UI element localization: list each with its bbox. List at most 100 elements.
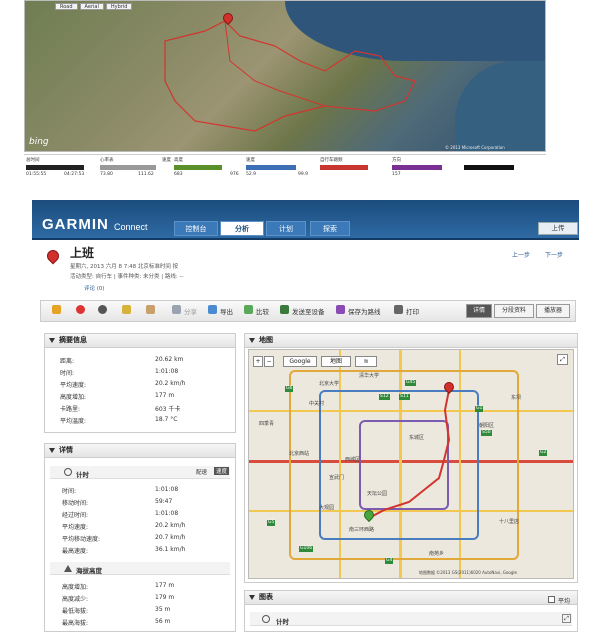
highway-shield: S11 [399, 394, 410, 400]
send-to-device-icon[interactable] [280, 305, 289, 314]
timing-value: 1:01:08 [155, 510, 179, 517]
map-provider-select[interactable]: Google [283, 356, 317, 367]
stat-label: 总时间 [26, 158, 40, 163]
map-label: 清华大学 [359, 373, 380, 379]
stat-label: 速度 [162, 158, 171, 163]
map-label: 朝阳区 [479, 423, 495, 429]
timing-value: 20.7 km/h [155, 534, 186, 541]
compare-icon[interactable] [244, 305, 253, 314]
print-button[interactable]: 打印 [406, 306, 419, 316]
share-button[interactable]: 分享 [184, 306, 197, 316]
map-label: 大观园 [319, 505, 335, 511]
tab-splits[interactable]: 分段资料 [494, 304, 534, 318]
elevation-value: 179 m [155, 594, 175, 601]
stat-value: 73.80 [100, 172, 113, 177]
zoom-in-button[interactable]: + [253, 356, 263, 367]
garmin-logo-connect: Connect [114, 222, 148, 232]
highway-shield: G5 [267, 520, 276, 526]
garmin-logo[interactable]: GARMIN [42, 216, 109, 233]
stat-label: 高度 [174, 158, 183, 163]
stat-bar [464, 165, 514, 170]
print-icon[interactable] [394, 305, 403, 314]
elevation-key: 最低海拔: [62, 608, 89, 615]
highway-shield: S12 [379, 394, 390, 400]
privacy-icon[interactable] [98, 305, 107, 314]
stat-value: 52.9 [246, 172, 257, 177]
map-label: 南苑乡 [429, 551, 445, 557]
share-icon[interactable] [172, 305, 181, 314]
chart-timing-row [250, 612, 572, 626]
stat-label: 自行车踏频 [320, 158, 343, 163]
clock-icon [64, 468, 72, 476]
timing-key: 平均移动速度: [62, 536, 101, 543]
stat-value: 04:27:53 [64, 172, 85, 177]
map-tab-road[interactable]: Road [55, 3, 78, 10]
summary-value: 20.2 km/h [155, 380, 186, 387]
satellite-map[interactable]: Road Aerial Hybrid bing © 2013 Microsoft… [24, 0, 546, 152]
stat-value: 01:55:55 [26, 172, 47, 177]
speed-toggle[interactable]: 速度 [214, 467, 230, 475]
street-map[interactable]: 北京西站 天坛公园 东城区 西城区 朝阳区 大观园 宣武门 南三环西路 北京大学… [248, 349, 574, 579]
map-tab-aerial[interactable]: Aerial [79, 3, 104, 10]
tab-details[interactable]: 详情 [466, 304, 492, 318]
save-route-button[interactable]: 保存为路线 [348, 306, 381, 316]
compare-button[interactable]: 比较 [256, 306, 269, 316]
map-label: 宣武门 [329, 475, 345, 481]
activity-title[interactable]: 上班 [70, 244, 94, 261]
comments-link[interactable]: 评论 (0) [84, 284, 105, 292]
timing-value: 20.2 km/h [155, 522, 186, 529]
map-label: 北京大学 [319, 381, 340, 387]
tab-player[interactable]: 播放器 [536, 304, 570, 318]
expand-icon[interactable]: ⤢ [562, 614, 571, 623]
chart-timing-title: 计时 [276, 618, 289, 626]
nav-plan[interactable]: 计划 [266, 221, 306, 236]
highway-shield: G4 [385, 558, 394, 564]
next-link[interactable]: 下一步 [545, 250, 563, 259]
summary-key: 时间: [60, 370, 75, 377]
prev-link[interactable]: 上一步 [512, 250, 530, 259]
mountain-icon [64, 565, 72, 572]
map-label: 十八里店 [499, 519, 520, 525]
stat-bar [392, 165, 442, 170]
timing-value: 59:47 [155, 498, 173, 505]
stat-bar [174, 165, 222, 170]
charts-panel-title[interactable]: 图表 [245, 591, 577, 605]
summary-key: 距离: [60, 358, 75, 365]
smooth-checkbox[interactable] [548, 596, 555, 603]
nav-dashboard[interactable]: 控制台 [174, 221, 218, 236]
summary-key: 平均速度: [60, 382, 87, 389]
stat-label: 速度 [246, 158, 255, 163]
details-panel-title[interactable]: 详情 [45, 444, 235, 458]
stat-bar [320, 165, 368, 170]
stat-max: 976 [230, 172, 239, 177]
nav-explore[interactable]: 探索 [310, 221, 350, 236]
summary-value: 18.7 °C [155, 416, 178, 423]
stat-bar [26, 165, 84, 170]
stat-value: 683 [174, 172, 183, 177]
map-tab-hybrid[interactable]: Hybrid [105, 3, 133, 10]
map-type-select[interactable]: 地图 [321, 356, 351, 367]
favorite-icon[interactable] [122, 305, 131, 314]
summary-panel-title[interactable]: 摘要信息 [45, 334, 235, 348]
fullscreen-icon[interactable]: ⤢ [557, 354, 568, 365]
edit-icon[interactable] [52, 305, 61, 314]
elevation-value: 177 m [155, 582, 175, 589]
highway-shield: G106 [299, 546, 314, 552]
timing-key: 平均速度: [62, 524, 89, 531]
nav-analysis[interactable]: 分析 [220, 221, 264, 236]
highway-shield: G45 [405, 380, 417, 386]
pace-toggle[interactable]: 配速 [196, 468, 207, 476]
upload-button[interactable]: 上传 [538, 222, 578, 235]
map-label: 西城区 [345, 457, 361, 463]
export-icon[interactable] [208, 305, 217, 314]
elevation-value: 56 m [155, 618, 171, 625]
summary-value: 177 m [155, 392, 175, 399]
layers-icon[interactable]: ≋ [355, 356, 377, 367]
delete-icon[interactable] [76, 305, 85, 314]
zoom-out-button[interactable]: − [264, 356, 274, 367]
map-panel-title[interactable]: 地图 [245, 334, 577, 348]
export-button[interactable]: 导出 [220, 306, 233, 316]
send-to-device-button[interactable]: 发送至设备 [292, 306, 325, 316]
save-route-icon[interactable] [336, 305, 345, 314]
people-icon[interactable] [146, 305, 155, 314]
